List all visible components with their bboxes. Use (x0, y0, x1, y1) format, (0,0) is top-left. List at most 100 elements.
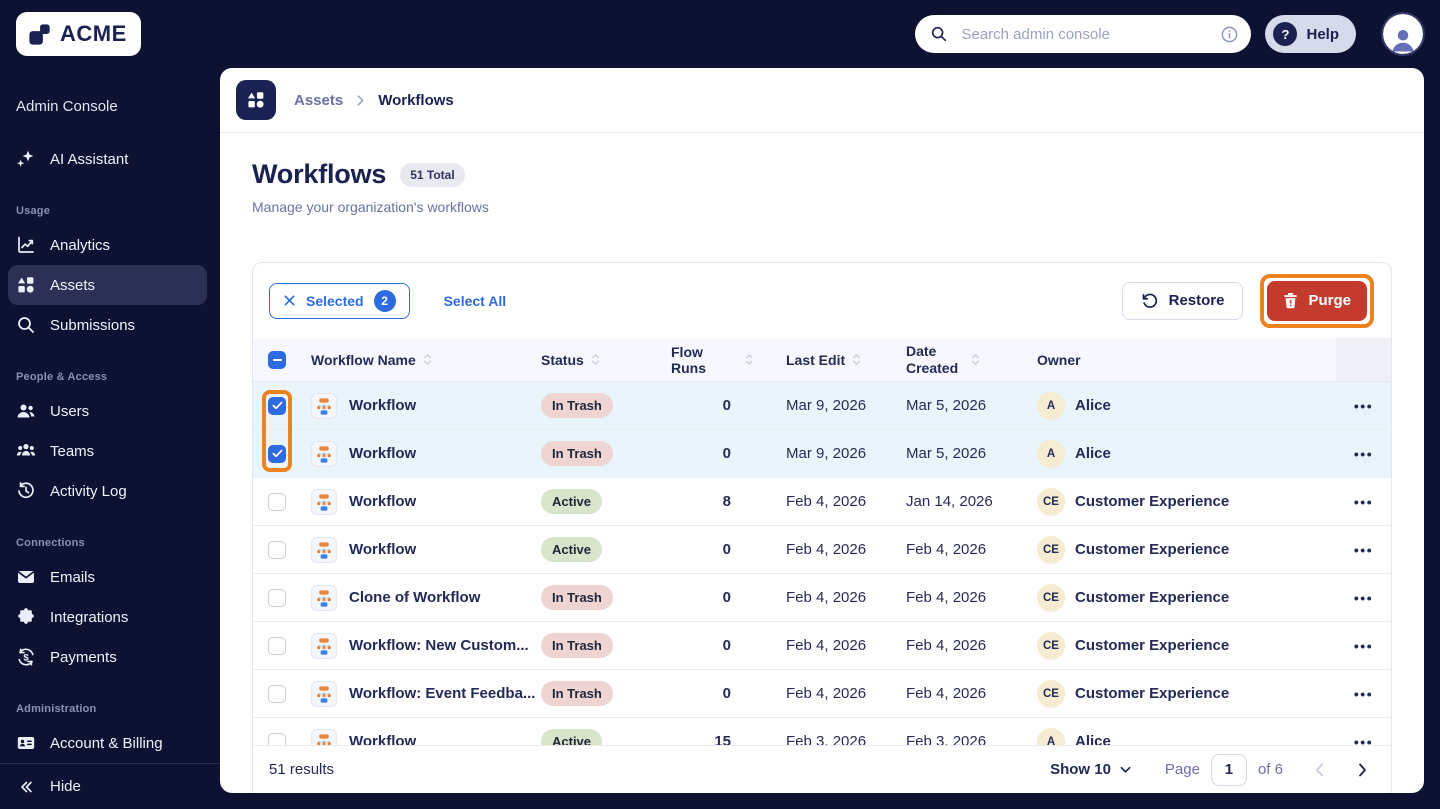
sidebar-item-integrations[interactable]: Integrations (8, 597, 207, 637)
row-actions-button[interactable]: ••• (1354, 446, 1373, 462)
row-actions-button[interactable]: ••• (1354, 590, 1373, 606)
sidebar-item-users[interactable]: Users (8, 391, 207, 431)
hide-label: Hide (50, 778, 81, 795)
person-icon (1392, 30, 1414, 52)
admin-search[interactable] (915, 15, 1252, 53)
column-header-workflow-name[interactable]: Workflow Name (301, 352, 541, 368)
status-badge: In Trash (541, 441, 613, 466)
table-row[interactable]: Workflow In Trash 0 Mar 9, 2026 Mar 5, 2… (253, 430, 1391, 478)
table-row[interactable]: Workflow: Event Feedba... In Trash 0 Feb… (253, 670, 1391, 718)
page-header: Workflows 51 Total Manage your organizat… (220, 133, 1424, 215)
purge-button[interactable]: Purge (1267, 280, 1367, 321)
breadcrumb-parent[interactable]: Assets (294, 92, 343, 109)
clear-selection-chip[interactable]: Selected 2 (269, 282, 410, 319)
column-header-flow-runs[interactable]: Flow Runs (671, 344, 761, 376)
table-row[interactable]: Workflow In Trash 0 Mar 9, 2026 Mar 5, 2… (253, 382, 1391, 430)
status-badge: Active (541, 537, 603, 562)
info-icon[interactable] (1219, 24, 1239, 44)
help-button[interactable]: ? Help (1265, 15, 1356, 53)
select-all-button[interactable]: Select All (438, 292, 513, 310)
sidebar-item-submissions[interactable]: Submissions (8, 305, 207, 345)
teams-icon (16, 441, 36, 461)
sidebar-item-ai-assistant[interactable]: AI Assistant (8, 139, 207, 179)
owner-avatar: CE (1037, 631, 1065, 660)
row-checkbox[interactable] (268, 588, 286, 607)
sidebar-section-administration: Administration (16, 703, 97, 715)
sidebar-item-teams[interactable]: Teams (8, 431, 207, 471)
row-actions-button[interactable]: ••• (1354, 686, 1373, 702)
table-row[interactable]: Workflow Active 15 Feb 3, 2026 Feb 3, 20… (253, 718, 1391, 745)
assets-breadcrumb-icon[interactable] (236, 80, 276, 120)
sidebar-hide-button[interactable]: Hide (0, 763, 220, 809)
table-row[interactable]: Clone of Workflow In Trash 0 Feb 4, 2026… (253, 574, 1391, 622)
owner-avatar: A (1037, 439, 1065, 468)
flow-runs-value: 15 (714, 733, 731, 745)
workflow-icon (311, 392, 337, 419)
page-subtitle: Manage your organization's workflows (252, 199, 489, 215)
row-checkbox[interactable] (268, 684, 286, 703)
owner-name: Alice (1075, 397, 1111, 414)
row-actions-button[interactable]: ••• (1354, 398, 1373, 414)
next-page-button[interactable] (1354, 759, 1371, 781)
sidebar-item-activity-log[interactable]: Activity Log (8, 471, 207, 511)
column-header-status[interactable]: Status (541, 352, 671, 368)
column-header-last-edit[interactable]: Last Edit (761, 352, 881, 368)
restore-button[interactable]: Restore (1121, 281, 1244, 320)
last-edit-value: Mar 9, 2026 (786, 397, 867, 414)
chevron-down-icon (1120, 766, 1131, 773)
page-number-input[interactable] (1210, 753, 1247, 786)
select-all-checkbox[interactable] (253, 350, 301, 369)
row-actions-button[interactable]: ••• (1354, 638, 1373, 654)
sort-icon (971, 352, 980, 367)
page-size-select[interactable]: Show 10 (1044, 760, 1137, 779)
row-actions-button[interactable]: ••• (1354, 494, 1373, 510)
search-input[interactable] (959, 24, 1210, 44)
acme-logo[interactable]: ACME (16, 12, 141, 56)
table-row[interactable]: Workflow Active 0 Feb 4, 2026 Feb 4, 202… (253, 526, 1391, 574)
workflow-name: Workflow: New Custom... (349, 637, 529, 654)
chevron-right-icon (357, 94, 364, 106)
row-checkbox[interactable] (268, 732, 286, 745)
row-checkbox[interactable] (268, 396, 286, 415)
sidebar-item-emails[interactable]: Emails (8, 557, 207, 597)
row-checkbox[interactable] (268, 636, 286, 655)
previous-page-button[interactable] (1311, 759, 1328, 781)
sidebar: Admin Console AI Assistant Usage Analyti… (0, 68, 220, 809)
flow-runs-value: 0 (722, 637, 731, 654)
sidebar-title: Admin Console (16, 98, 118, 115)
status-badge: In Trash (541, 633, 613, 658)
table-row[interactable]: Workflow: New Custom... In Trash 0 Feb 4… (253, 622, 1391, 670)
sidebar-item-label: Integrations (50, 608, 129, 626)
last-edit-value: Feb 4, 2026 (786, 493, 867, 510)
user-avatar[interactable] (1381, 12, 1425, 56)
sidebar-item-label: AI Assistant (50, 150, 129, 168)
row-actions-button[interactable]: ••• (1354, 542, 1373, 558)
row-checkbox[interactable] (268, 444, 286, 463)
owner-name: Customer Experience (1075, 637, 1230, 654)
last-edit-value: Mar 9, 2026 (786, 445, 867, 462)
sidebar-item-payments[interactable]: $ Payments (8, 637, 207, 677)
row-checkbox[interactable] (268, 492, 286, 511)
sidebar-item-analytics[interactable]: Analytics (8, 225, 207, 265)
row-checkbox[interactable] (268, 540, 286, 559)
column-header-date-created[interactable]: Date Created (881, 343, 1013, 376)
date-created-value: Feb 4, 2026 (906, 589, 987, 606)
sidebar-item-label: Teams (50, 442, 95, 460)
workflow-name: Workflow: Event Feedba... (349, 685, 536, 702)
workflow-name: Workflow (349, 733, 417, 745)
table-row[interactable]: Workflow Active 8 Feb 4, 2026 Jan 14, 20… (253, 478, 1391, 526)
flow-runs-value: 8 (722, 493, 731, 510)
workflows-table: Selected 2 Select All Restore Purge Work… (252, 262, 1392, 793)
last-edit-value: Feb 3, 2026 (786, 733, 867, 745)
owner-name: Customer Experience (1075, 685, 1230, 702)
indeterminate-checkbox[interactable] (268, 350, 286, 369)
sidebar-item-assets[interactable]: Assets (8, 265, 207, 305)
main-content: Assets Workflows Workflows 51 Total Mana… (220, 68, 1424, 793)
sidebar-item-label: Submissions (50, 316, 136, 334)
last-edit-value: Feb 4, 2026 (786, 541, 867, 558)
sort-icon (591, 352, 600, 367)
flow-runs-value: 0 (722, 541, 731, 558)
row-actions-button[interactable]: ••• (1354, 734, 1373, 746)
sidebar-item-account-billing[interactable]: Account & Billing (8, 723, 207, 763)
table-body: Workflow In Trash 0 Mar 9, 2026 Mar 5, 2… (253, 382, 1391, 745)
